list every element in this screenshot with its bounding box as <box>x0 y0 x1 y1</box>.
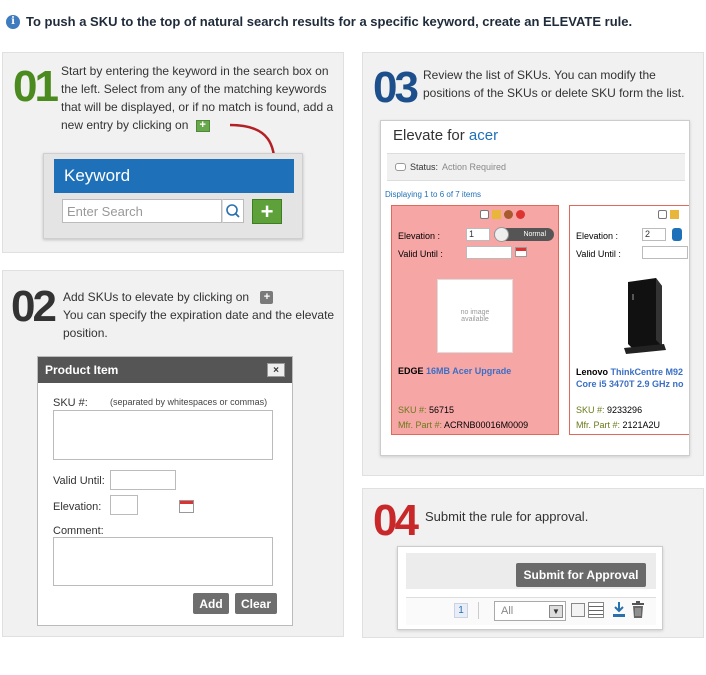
mfr-line: Mfr. Part #: 2121A2U <box>576 420 661 430</box>
step-4-panel: 04 Submit the rule for approval. Submit … <box>362 488 704 638</box>
trash-icon[interactable] <box>631 601 645 618</box>
step-number: 02 <box>11 282 57 331</box>
keyword-widget: Keyword Enter Search + <box>43 153 303 239</box>
product-image-placeholder: no image available <box>437 279 513 353</box>
dialog-titlebar: Product Item × <box>38 357 292 383</box>
status-bar: Status: Action Required <box>387 153 685 181</box>
valid-until-label: Valid Until : <box>398 249 443 259</box>
step-number: 01 <box>13 62 59 111</box>
product-image <box>618 274 670 354</box>
keyword-title: Keyword <box>54 159 294 193</box>
page-number[interactable]: 1 <box>454 603 468 618</box>
step-description: Add SKUs to elevate by clicking on + You… <box>63 290 335 340</box>
product-item-dialog: Product Item × SKU #: (separated by whit… <box>37 356 293 626</box>
page-header: i To push a SKU to the top of natural se… <box>6 14 632 29</box>
sku-textarea[interactable] <box>53 410 273 460</box>
status-pill[interactable] <box>672 228 682 241</box>
valid-until-input[interactable] <box>466 246 512 259</box>
search-icon[interactable] <box>222 199 244 223</box>
divider <box>478 602 479 619</box>
toggle-knob <box>494 227 509 242</box>
list-view-icon[interactable] <box>588 602 604 618</box>
calendar-icon[interactable] <box>179 500 194 513</box>
valid-until-label: Valid Until: <box>53 475 105 487</box>
step-description: Submit the rule for approval. <box>425 509 589 524</box>
elevation-input[interactable] <box>110 495 138 515</box>
add-keyword-button[interactable]: + <box>252 199 282 224</box>
sku-hint: (separated by whitespaces or commas) <box>110 397 268 407</box>
card-actions <box>658 210 679 219</box>
comment-label: Comment: <box>53 525 104 537</box>
elevate-panel: Elevate for acer Status: Action Required… <box>380 120 690 456</box>
page-title: To push a SKU to the top of natural sear… <box>26 14 633 29</box>
valid-until-input[interactable] <box>110 470 176 490</box>
delete-icon[interactable] <box>516 210 525 219</box>
dialog-title: Product Item <box>45 363 119 377</box>
search-input[interactable]: Enter Search <box>62 199 222 223</box>
add-button[interactable]: Add <box>193 593 229 614</box>
valid-until-input[interactable] <box>642 246 688 259</box>
valid-until-label: Valid Until : <box>576 249 621 259</box>
sku-line: SKU #: 56715 <box>398 405 455 415</box>
sku-card: Elevation : 2 Valid Until : Lenovo Think… <box>569 205 689 435</box>
folder-icon[interactable] <box>670 210 679 219</box>
elevation-label: Elevation : <box>398 231 441 241</box>
status-value: Action Required <box>442 162 507 172</box>
comment-icon[interactable] <box>395 163 406 171</box>
sku-line: SKU #: 9233296 <box>576 405 643 415</box>
elevate-title: Elevate for acer <box>393 127 499 144</box>
displaying-count: Displaying 1 to 6 of 7 items <box>385 190 482 199</box>
clear-button[interactable]: Clear <box>235 593 277 614</box>
status-label: Status: <box>410 162 439 172</box>
comment-icon[interactable] <box>658 210 667 219</box>
chevron-down-icon: ▼ <box>549 605 563 618</box>
product-link[interactable]: 16MB Acer Upgrade <box>426 366 511 376</box>
download-icon[interactable] <box>612 601 626 618</box>
info-icon: i <box>6 14 20 29</box>
step-description: Review the list of SKUs. You can modify … <box>423 68 685 100</box>
sku-card: Elevation : 1 Normal Valid Until : no im… <box>391 205 559 435</box>
grid-view-icon[interactable] <box>571 603 585 617</box>
product-name: EDGE 16MB Acer Upgrade <box>398 366 512 376</box>
sku-label: SKU #: <box>53 397 88 409</box>
filter-select[interactable]: All ▼ <box>494 601 566 621</box>
comment-icon[interactable] <box>480 210 489 219</box>
add-sku-icon: + <box>260 291 274 305</box>
elevation-input[interactable]: 1 <box>466 228 490 241</box>
card-actions <box>480 210 525 219</box>
comment-textarea[interactable] <box>53 537 273 586</box>
mfr-line: Mfr. Part #: ACRNB00016M0009 <box>398 420 529 430</box>
submit-toolbar: Submit for Approval 1 All ▼ <box>397 546 663 630</box>
close-icon[interactable]: × <box>267 363 285 377</box>
calendar-icon[interactable] <box>515 247 527 257</box>
elevation-label: Elevation : <box>576 231 619 241</box>
submit-for-approval-button[interactable]: Submit for Approval <box>516 563 646 587</box>
elevation-label: Elevation: <box>53 501 102 513</box>
folder-icon[interactable] <box>492 210 501 219</box>
elevation-input[interactable]: 2 <box>642 228 666 241</box>
add-icon: + <box>195 119 210 132</box>
product-name: Lenovo ThinkCentre M92 Core i5 3470T 2.9… <box>576 367 684 389</box>
step-1-panel: 01 Start by entering the keyword in the … <box>2 52 344 253</box>
user-icon[interactable] <box>504 210 513 219</box>
elevate-keyword: acer <box>468 127 499 144</box>
step-3-panel: 03 Review the list of SKUs. You can modi… <box>362 52 704 476</box>
step-number: 03 <box>373 63 419 112</box>
step-2-panel: 02 Add SKUs to elevate by clicking on + … <box>2 270 344 637</box>
step-number: 04 <box>373 496 419 545</box>
